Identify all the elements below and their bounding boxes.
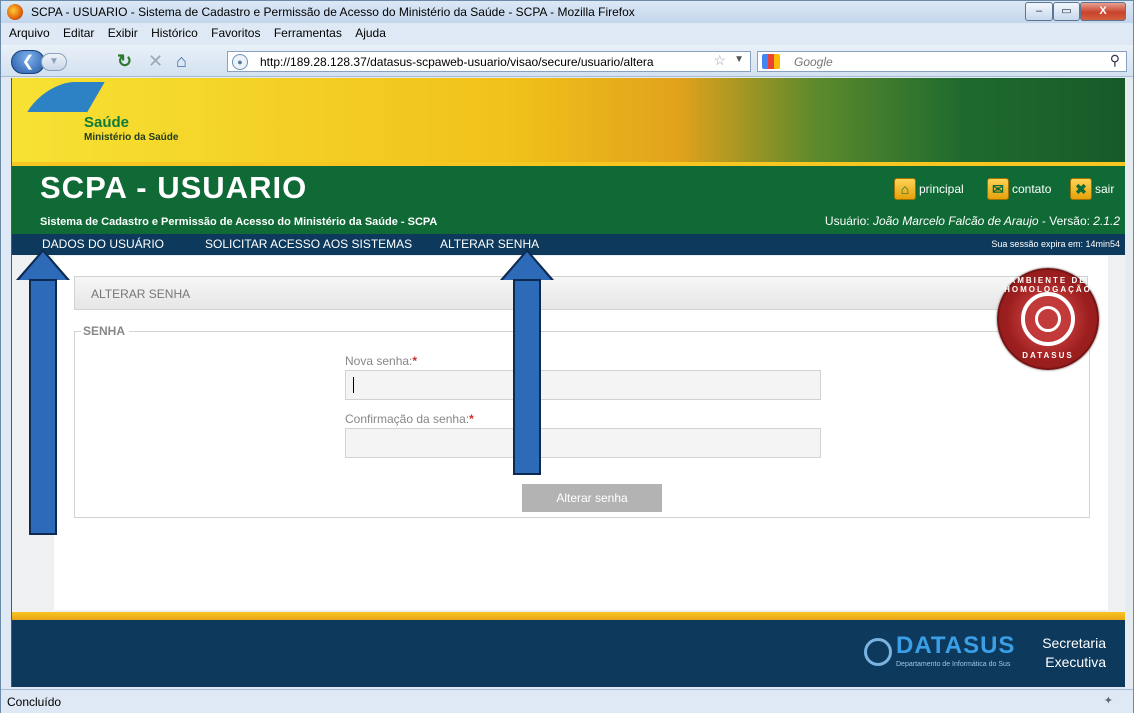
fieldset-legend: SENHA [81,324,130,338]
menu-bar: Arquivo Editar Exibir Histórico Favorito… [1,23,1133,45]
window-title: SCPA - USUARIO - Sistema de Cadastro e P… [31,5,635,19]
page-content: Saúde Ministério da Saúde SCPA - USUARIO… [11,78,1125,687]
required-marker: * [412,354,418,368]
nova-senha-input[interactable] [345,370,821,400]
home-icon: ⌂ [894,178,916,200]
menu-historico[interactable]: Histórico [146,23,203,40]
section-title: ALTERAR SENHA [91,287,191,301]
confirmacao-senha-label: Confirmação da senha:* [345,412,474,426]
home-icon[interactable]: ⌂ [176,50,187,72]
user-name: João Marcelo Falcão de Araujo [872,214,1039,228]
search-box[interactable]: Google ⚲ [757,51,1127,72]
minimize-button[interactable]: – [1025,2,1053,21]
menu-ajuda[interactable]: Ajuda [350,23,391,40]
contato-link[interactable]: ✉ contato [987,178,1051,200]
close-button[interactable]: X [1080,2,1126,21]
homologation-stamp: AMBIENTE DE HOMOLOGAÇÃO DATASUS [997,268,1099,370]
mail-icon: ✉ [987,178,1009,200]
secretaria-executiva: Secretaria Executiva [1042,634,1106,672]
app-header: SCPA - USUARIO Sistema de Cadastro e Per… [12,166,1125,234]
sair-label: sair [1095,182,1115,196]
tab-solicitar-acesso[interactable]: SOLICITAR ACESSO AOS SISTEMAS [205,237,412,251]
sair-link[interactable]: ✖ sair [1070,178,1114,200]
footer: DATASUS Departamento de Informática do S… [12,620,1125,687]
version-prefix: - Versão: [1038,214,1094,228]
datasus-subtitle: Departamento de Informática do Sus [896,661,1011,668]
menu-arquivo[interactable]: Arquivo [1,23,55,40]
url-dropdown-icon[interactable]: ▼ [734,54,744,65]
secretaria-line2: Executiva [1045,654,1106,670]
menu-ferramentas[interactable]: Ferramentas [269,23,347,40]
exit-icon: ✖ [1070,178,1092,200]
text-caret [353,377,354,393]
stop-icon[interactable]: ✕ [148,50,163,72]
version-number: 2.1.2 [1093,214,1120,228]
bookmark-star-icon[interactable]: ☆ [713,52,726,69]
vertical-scrollbar[interactable] [1125,78,1133,687]
maximize-button[interactable]: ▭ [1053,2,1080,21]
browser-window: SCPA - USUARIO - Sistema de Cadastro e P… [0,0,1134,713]
app-title: SCPA - USUARIO [40,170,308,205]
firefox-icon [7,4,23,20]
stamp-bottom-text: DATASUS [1022,351,1074,360]
contato-label: contato [1012,182,1052,196]
confirmacao-senha-input[interactable] [345,428,821,458]
url-text: http://189.28.128.37/datasus-scpaweb-usu… [260,55,654,69]
site-identity-icon[interactable]: ● [232,54,248,70]
section-header: ALTERAR SENHA [74,276,1088,310]
stamp-ring-inner [1035,306,1061,332]
status-text: Concluído [7,695,62,709]
nova-senha-text: Nova senha: [345,354,413,368]
status-bar: Concluído ✦ [1,689,1133,713]
nova-senha-label: Nova senha:* [345,354,417,368]
datasus-logo: DATASUS [896,632,1016,659]
search-icon[interactable]: ⚲ [1110,52,1120,69]
form-panel: ALTERAR SENHA SENHA Nova senha:* Confirm… [54,256,1108,610]
navigation-toolbar: ❮ ▼ ↻ ✕ ⌂ ● http://189.28.128.37/datasus… [1,45,1133,77]
principal-label: principal [919,182,964,196]
secretaria-line1: Secretaria [1042,635,1106,651]
brand-bar: Saúde Ministério da Saúde [12,78,1125,162]
title-bar: SCPA - USUARIO - Sistema de Cadastro e P… [1,1,1133,23]
tabs-bar: DADOS DO USUÁRIO SOLICITAR ACESSO AOS SI… [12,234,1125,255]
confirmacao-senha-text: Confirmação da senha: [345,412,470,426]
footer-divider [12,612,1125,620]
address-bar[interactable]: ● http://189.28.128.37/datasus-scpaweb-u… [227,51,751,72]
brand-name: Saúde [84,114,130,131]
datasus-logo-icon [864,638,892,666]
back-button[interactable]: ❮ [11,50,45,74]
menu-editar[interactable]: Editar [58,23,99,40]
menu-exibir[interactable]: Exibir [103,23,143,40]
brand-ministry: Ministério da Saúde [84,132,179,143]
app-subtitle: Sistema de Cadastro e Permissão de Acess… [40,216,438,228]
search-placeholder: Google [794,55,833,69]
status-grip-icon: ✦ [1103,695,1113,707]
principal-link[interactable]: ⌂ principal [894,178,964,200]
user-prefix: Usuário: [824,214,873,228]
google-icon[interactable] [762,54,780,69]
required-marker: * [469,412,474,426]
session-timer: Sua sessão expira em: 14min54 [991,239,1120,249]
ministry-logo [27,82,105,112]
user-info: Usuário: João Marcelo Falcão de Araujo -… [825,214,1120,228]
alterar-senha-button[interactable]: Alterar senha [522,484,662,512]
forward-button[interactable]: ▼ [41,53,67,71]
menu-favoritos[interactable]: Favoritos [206,23,265,40]
reload-icon[interactable]: ↻ [117,50,132,72]
